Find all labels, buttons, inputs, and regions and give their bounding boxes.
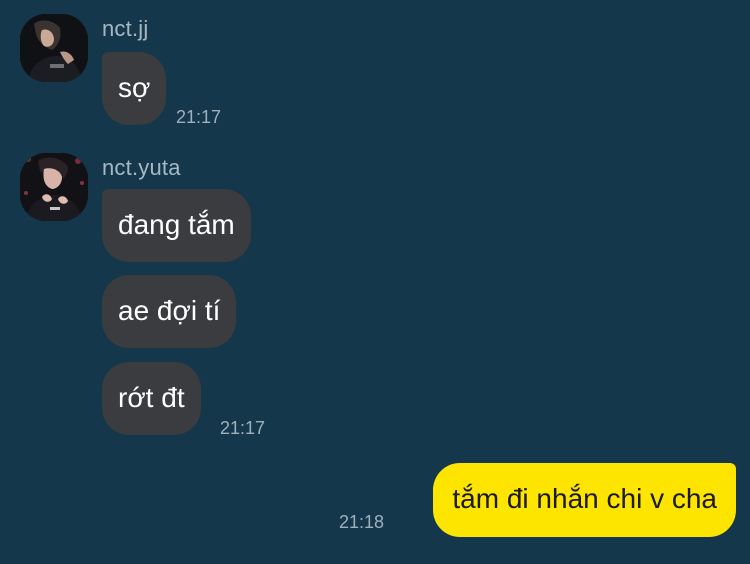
outgoing-message-bubble[interactable]: tắm đi nhắn chi v cha — [433, 463, 736, 537]
message-time: 21:17 — [220, 418, 266, 438]
message-time: 21:17 — [176, 107, 222, 127]
profile-photo-icon — [20, 14, 88, 82]
avatar-nct-yuta[interactable] — [20, 153, 88, 221]
message-time: 21:18 — [339, 512, 385, 532]
message-bubble[interactable]: ae đợi tí — [102, 275, 237, 348]
message-bubble[interactable]: rớt đt — [102, 362, 201, 435]
sender-name: nct.yuta — [102, 155, 181, 180]
message-bubble[interactable]: đang tắm — [102, 189, 251, 262]
message-bubble[interactable]: sợ — [102, 52, 167, 125]
profile-photo-icon — [20, 153, 88, 221]
sender-name: nct.jj — [102, 16, 149, 41]
avatar-nct-jj[interactable] — [20, 14, 88, 82]
